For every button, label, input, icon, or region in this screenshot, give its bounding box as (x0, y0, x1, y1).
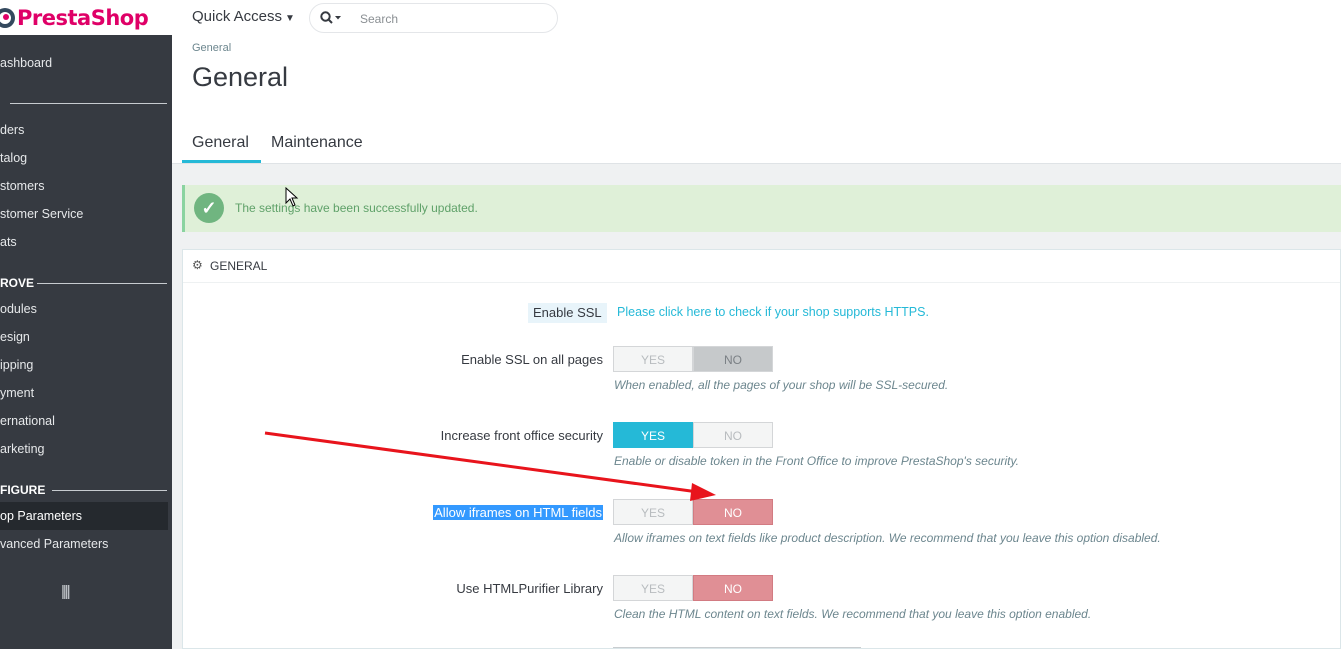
sidebar-item-design[interactable]: esign (0, 330, 30, 344)
caret-down-icon: ▼ (285, 13, 295, 24)
front-office-security-help: Enable or disable token in the Front Off… (614, 454, 1019, 468)
page-title: General (192, 62, 289, 92)
sidebar-item-customer-service[interactable]: stomer Service (0, 207, 83, 221)
front-office-security-yes[interactable]: YES (613, 422, 693, 448)
top-bar: PrestaShop Quick Access ▼ (0, 0, 1341, 35)
panel-title: GENERAL (210, 259, 268, 273)
sidebar-item-customers[interactable]: stomers (0, 179, 44, 193)
sidebar-divider (52, 490, 167, 491)
htmlpurifier-help: Clean the HTML content on text fields. W… (614, 607, 1092, 621)
front-office-security-label: Increase front office security (440, 428, 603, 443)
front-office-security-switch: YES NO (613, 422, 773, 448)
tab-maintenance[interactable]: Maintenance (271, 134, 363, 152)
sidebar-item-marketing[interactable]: arketing (0, 442, 44, 456)
search-icon[interactable] (320, 11, 342, 28)
tab-general[interactable]: General (192, 134, 249, 152)
sidebar-collapse-icon[interactable]: |||| (61, 583, 70, 600)
gears-icon: ⚙ (192, 258, 203, 272)
panel-header: ⚙ GENERAL (183, 250, 1340, 283)
sidebar: ashboard ders talog stomers stomer Servi… (0, 35, 172, 649)
ssl-all-pages-switch: YES NO (613, 346, 773, 372)
alert-message: The settings have been successfully upda… (235, 201, 478, 215)
quick-access-label: Quick Access (192, 8, 283, 25)
htmlpurifier-no[interactable]: NO (693, 575, 773, 601)
next-field-input[interactable] (613, 647, 861, 652)
allow-iframes-yes[interactable]: YES (613, 499, 693, 525)
sidebar-item-payment[interactable]: yment (0, 386, 34, 400)
allow-iframes-no[interactable]: NO (693, 499, 773, 525)
quick-access-dropdown[interactable]: Quick Access ▼ (192, 8, 295, 25)
sidebar-item-shop-parameters[interactable]: op Parameters (0, 509, 82, 523)
htmlpurifier-yes[interactable]: YES (613, 575, 693, 601)
logo-text-shop: Shop (90, 6, 149, 30)
search-box (309, 3, 558, 33)
prestashop-logo[interactable]: PrestaShop (0, 3, 149, 33)
sidebar-section-configure: FIGURE (0, 483, 46, 497)
logo-text-presta: Presta (17, 6, 91, 30)
allow-iframes-switch: YES NO (613, 499, 773, 525)
htmlpurifier-switch: YES NO (613, 575, 773, 601)
sidebar-item-catalog[interactable]: talog (0, 151, 27, 165)
check-https-link[interactable]: Please click here to check if your shop … (617, 305, 929, 319)
sidebar-item-advanced-parameters[interactable]: vanced Parameters (0, 537, 108, 551)
logo-icon (0, 8, 15, 28)
sidebar-item-dashboard[interactable]: ashboard (0, 56, 52, 70)
sidebar-item-international[interactable]: ernational (0, 414, 55, 428)
sidebar-divider (10, 103, 167, 104)
front-office-security-no[interactable]: NO (693, 422, 773, 448)
htmlpurifier-label: Use HTMLPurifier Library (456, 581, 603, 596)
sidebar-section-improve: ROVE (0, 276, 35, 290)
allow-iframes-help: Allow iframes on text fields like produc… (614, 531, 1161, 545)
mouse-cursor-icon (285, 187, 299, 207)
success-alert: ✓ The settings have been successfully up… (182, 185, 1341, 232)
enable-ssl-label: Enable SSL (528, 303, 607, 323)
allow-iframes-label-text: Allow iframes on HTML fields (433, 505, 603, 520)
sidebar-item-stats[interactable]: ats (0, 235, 17, 249)
sidebar-item-shipping[interactable]: ipping (0, 358, 33, 372)
sidebar-divider (37, 283, 167, 284)
ssl-all-pages-no[interactable]: NO (693, 346, 773, 372)
sidebar-item-modules[interactable]: odules (0, 302, 37, 316)
ssl-all-pages-yes[interactable]: YES (613, 346, 693, 372)
logo-text: PrestaShop (17, 6, 149, 30)
sidebar-item-orders[interactable]: ders (0, 123, 24, 137)
search-input[interactable] (358, 8, 552, 30)
breadcrumb[interactable]: General (192, 42, 231, 54)
check-circle-icon: ✓ (194, 193, 224, 223)
ssl-all-pages-help: When enabled, all the pages of your shop… (614, 378, 949, 392)
ssl-all-pages-label: Enable SSL on all pages (461, 352, 603, 367)
allow-iframes-label: Allow iframes on HTML fields (433, 505, 603, 520)
